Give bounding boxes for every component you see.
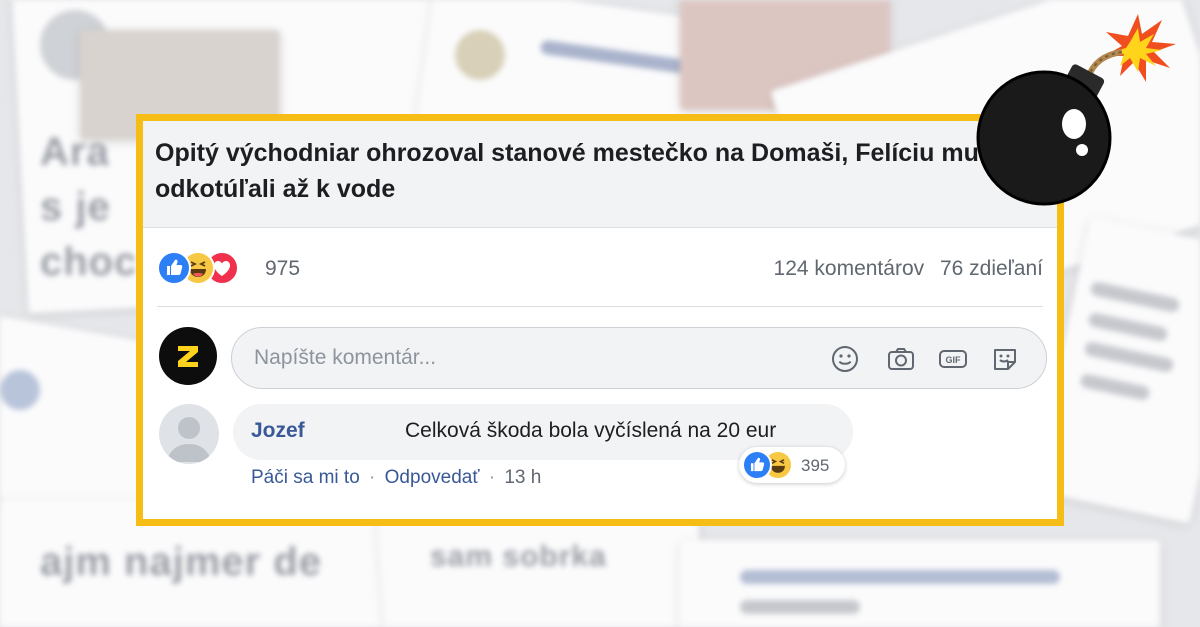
post-headline[interactable]: Opitý východniar ohrozoval stanové meste… [155,135,1035,207]
camera-icon[interactable] [884,342,918,376]
comment-input[interactable]: Napíšte komentár... GIF [231,327,1047,389]
comment-author[interactable]: Jozef [251,419,305,443]
like-icon [742,450,772,480]
link-preview[interactable]: Opitý východniar ohrozoval stanové meste… [143,121,1057,228]
shares-count[interactable]: 76 zdieľaní [940,257,1043,280]
comment-reaction-count: 395 [801,456,830,475]
bomb-icon [976,14,1176,206]
comment-actions: Páči sa mi to · Odpovedať · 13 h [251,467,541,489]
post-stats: 124 komentárov 76 zdieľaní [774,257,1043,281]
separator: · [369,467,376,488]
comment-text: Celková škoda bola vyčíslená na 20 eur [405,419,777,442]
page-logo-icon [178,346,198,367]
comment-timestamp[interactable]: 13 h [504,467,541,488]
page-avatar[interactable] [159,327,217,385]
post-reactions-row: 975 124 komentárov 76 zdieľaní [157,249,1043,287]
like-comment-link[interactable]: Páči sa mi to [251,467,360,488]
divider [157,306,1043,307]
separator: · [488,467,496,488]
sticker-icon[interactable] [988,342,1022,376]
comment-reactions[interactable]: 395 [739,447,845,483]
like-icon [157,251,191,285]
reply-link[interactable]: Odpovedať [385,467,480,488]
comment-placeholder: Napíšte komentár... [254,346,437,369]
reaction-count[interactable]: 975 [265,257,300,281]
gif-icon[interactable]: GIF [936,342,970,376]
reaction-icons[interactable] [157,251,261,285]
commenter-avatar[interactable] [159,404,219,464]
emoji-icon[interactable] [828,342,862,376]
svg-text:GIF: GIF [946,355,962,365]
comments-count[interactable]: 124 komentárov [774,257,925,280]
post-card: Opitý východniar ohrozoval stanové meste… [136,114,1064,526]
